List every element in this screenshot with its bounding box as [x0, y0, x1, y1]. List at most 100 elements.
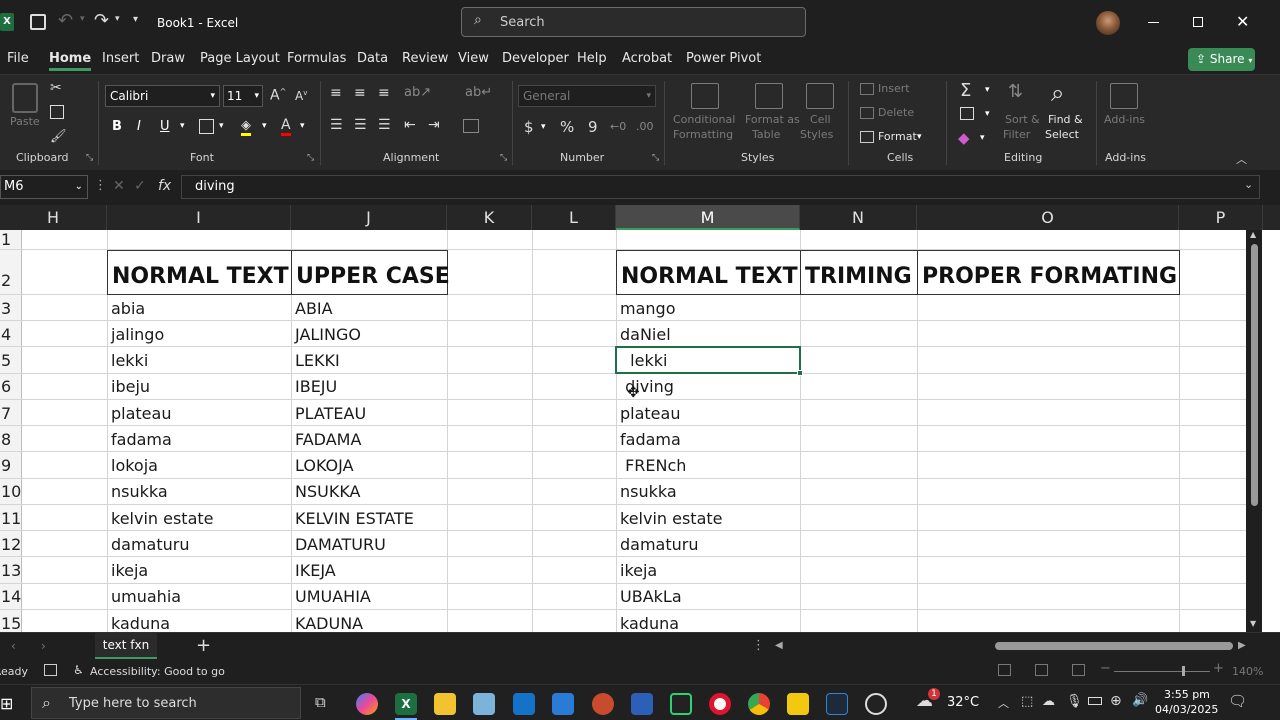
styles-label[interactable]: Styles — [800, 128, 833, 142]
cell-m8[interactable]: fadama — [620, 430, 681, 449]
word-icon[interactable] — [631, 693, 653, 715]
microphone-icon[interactable]: 🎙 — [1066, 694, 1083, 709]
clear-dropdown-icon[interactable]: ▾ — [980, 133, 985, 143]
number-launcher-icon[interactable]: ⤡ — [652, 153, 659, 163]
cell-m13[interactable]: ikeja — [620, 561, 657, 580]
filter-label[interactable]: Filter — [1003, 128, 1030, 142]
accessibility-icon[interactable]: ♿ — [73, 663, 84, 677]
menu-formulas[interactable]: Formulas — [287, 51, 346, 66]
scroll-up-icon[interactable]: ▲ — [1250, 230, 1256, 239]
fill-handle[interactable] — [797, 370, 803, 376]
borders-dropdown-icon[interactable]: ▾ — [219, 121, 224, 131]
cell-j10[interactable]: NSUKKA — [295, 482, 360, 501]
cell-i8[interactable]: fadama — [111, 430, 172, 449]
redo-dropdown-icon[interactable]: ▾ — [115, 14, 120, 24]
column-header-l[interactable]: L — [532, 205, 616, 230]
increase-indent-icon[interactable]: ⇥ — [428, 117, 440, 133]
sheet-tab-text-fxn[interactable]: text fxn — [95, 633, 157, 659]
cell-i11[interactable]: kelvin estate — [111, 509, 214, 528]
menu-data[interactable]: Data — [357, 51, 388, 66]
number-format-select[interactable]: General ▾ — [518, 85, 656, 107]
column-header-k[interactable]: K — [447, 205, 532, 230]
menu-file[interactable]: File — [7, 51, 29, 66]
cell-m12[interactable]: damaturu — [620, 535, 698, 554]
cell-m15[interactable]: kaduna — [620, 614, 679, 632]
find-select-icon[interactable]: ⌕ — [1051, 79, 1064, 107]
merge-center-icon[interactable] — [463, 119, 479, 133]
vertical-scrollbar[interactable]: ▲ ▼ — [1246, 230, 1262, 632]
header-cell-j2[interactable]: UPPER CASE — [296, 255, 450, 299]
clipboard-launcher-icon[interactable]: ⤡ — [86, 153, 93, 163]
undo-dropdown-icon[interactable]: ▾ — [80, 14, 85, 24]
row-header-11[interactable]: 11 — [0, 509, 24, 528]
conditional-formatting-icon[interactable] — [691, 83, 719, 109]
close-icon[interactable]: ✕ — [1236, 12, 1249, 31]
format-painter-icon[interactable]: 🖌 — [50, 129, 67, 144]
menu-help[interactable]: Help — [577, 51, 607, 66]
cell-i7[interactable]: plateau — [111, 404, 171, 423]
cell-j14[interactable]: UMUAHIA — [295, 587, 371, 606]
autosum-dropdown-icon[interactable]: ▾ — [985, 85, 990, 95]
formula-input[interactable]: diving — [181, 175, 1260, 199]
chrome-icon[interactable] — [748, 693, 770, 715]
volume-icon[interactable]: 🔊 — [1132, 693, 1148, 708]
cell-j3[interactable]: ABIA — [295, 299, 333, 318]
copy-icon[interactable] — [50, 105, 64, 119]
cell-i15[interactable]: kaduna — [111, 614, 170, 632]
menu-draw[interactable]: Draw — [151, 51, 185, 66]
cell-j8[interactable]: FADAMA — [295, 430, 361, 449]
delete-cells-icon[interactable] — [860, 107, 874, 119]
vscode-icon[interactable] — [826, 693, 848, 715]
fill-dropdown-icon[interactable]: ▾ — [985, 109, 990, 119]
comma-icon[interactable]: 9 — [588, 118, 598, 136]
cell-i13[interactable]: ikeja — [111, 561, 148, 580]
row-header-9[interactable]: 9 — [0, 456, 24, 475]
italic-button[interactable]: I — [137, 119, 141, 134]
powerpoint-icon[interactable] — [592, 693, 614, 715]
expand-formula-bar-icon[interactable]: ⌄ — [1244, 178, 1253, 191]
cell-i6[interactable]: ibeju — [111, 377, 150, 396]
notifications-icon[interactable]: 🗨 — [1228, 692, 1247, 710]
macro-recording-icon[interactable] — [44, 664, 57, 676]
row-header-5[interactable]: 5 — [0, 351, 24, 370]
addins-icon[interactable] — [1110, 83, 1138, 109]
menu-view[interactable]: View — [458, 51, 489, 66]
cell-i3[interactable]: abia — [111, 299, 145, 318]
header-cell-i2[interactable]: NORMAL TEXT — [112, 255, 289, 299]
column-header-p[interactable]: P — [1179, 205, 1263, 230]
cell-i5[interactable]: lekki — [111, 351, 148, 370]
cell-m11[interactable]: kelvin estate — [620, 509, 723, 528]
bottom-align-icon[interactable]: ≡ — [378, 85, 390, 101]
autosum-icon[interactable]: Σ — [960, 80, 971, 101]
menu-acrobat[interactable]: Acrobat — [622, 51, 672, 66]
cell-j4[interactable]: JALINGO — [295, 325, 361, 344]
add-sheet-icon[interactable]: + — [196, 635, 211, 656]
column-header-n[interactable]: N — [800, 205, 917, 230]
copilot-icon[interactable] — [356, 693, 378, 715]
spreadsheet-grid[interactable]: H I J K L M N O P 1 2 3 4 5 6 7 8 9 10 1… — [0, 205, 1280, 632]
windows-start-icon[interactable]: ⊞ — [0, 694, 13, 713]
row-header-2[interactable]: 2 — [0, 271, 24, 290]
row-header-14[interactable]: 14 — [0, 587, 24, 606]
cell-j12[interactable]: DAMATURU — [295, 535, 386, 554]
percent-icon[interactable]: % — [560, 118, 574, 136]
menu-page-layout[interactable]: Page Layout — [200, 51, 280, 66]
redo-icon[interactable]: ↷ — [94, 10, 109, 31]
name-box[interactable]: M6 ⌄ — [0, 175, 88, 199]
notepad-icon[interactable] — [473, 693, 495, 715]
top-align-icon[interactable]: ≡ — [330, 85, 342, 101]
cell-m9[interactable]: FRENch — [620, 456, 686, 475]
alignment-launcher-icon[interactable]: ⤡ — [500, 153, 507, 163]
power-bi-icon[interactable] — [787, 693, 809, 715]
scroll-right-icon[interactable]: ▶ — [1238, 640, 1246, 651]
align-left-icon[interactable]: ☰ — [330, 117, 343, 133]
tray-app-icon[interactable]: ⬚ — [1021, 694, 1033, 709]
underline-dropdown-icon[interactable]: ▾ — [180, 121, 185, 131]
prev-sheet-icon[interactable]: ‹ — [11, 639, 16, 653]
wrap-text-icon[interactable]: ab↵ — [465, 85, 492, 100]
middle-align-icon[interactable]: ≡ — [354, 85, 366, 101]
outlook-icon[interactable] — [513, 693, 535, 715]
row-header-1[interactable]: 1 — [0, 230, 24, 249]
next-sheet-icon[interactable]: › — [41, 639, 46, 653]
fill-icon[interactable] — [960, 107, 974, 120]
